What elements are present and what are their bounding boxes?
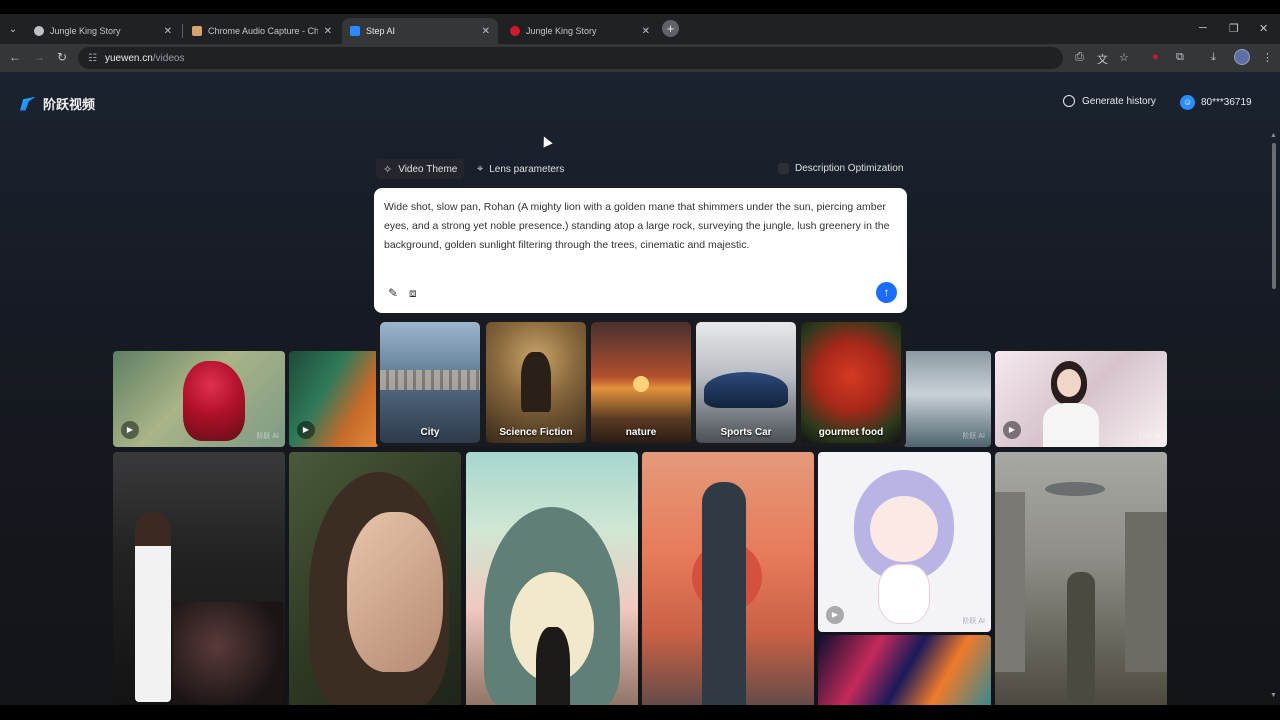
tab-jungle-king-story-2[interactable]: Jungle King Story ✕	[502, 18, 658, 44]
profile-avatar[interactable]	[1234, 49, 1250, 65]
tab-video-theme[interactable]: ✧ Video Theme	[376, 159, 465, 179]
restore-icon[interactable]: ❐	[1229, 22, 1239, 35]
theme-gourmet-food[interactable]: gourmet food	[801, 322, 901, 443]
tab-jungle-king-story-1[interactable]: Jungle King Story ✕	[26, 18, 180, 44]
sparkle-icon: ✧	[383, 163, 393, 176]
gallery-item-totoro[interactable]	[466, 452, 638, 705]
gallery-item-rooster[interactable]: ▶ 阶跃 AI	[113, 351, 285, 447]
send-button[interactable]: ↑	[876, 282, 897, 303]
theme-city[interactable]: City	[380, 322, 480, 443]
building-right-shape	[1125, 512, 1167, 672]
scroll-down-arrow-icon[interactable]: ▼	[1270, 692, 1277, 699]
gallery-item-woman-portrait[interactable]	[289, 452, 461, 705]
tab-step-ai[interactable]: Step AI ✕	[342, 18, 498, 44]
extension-favicon-icon	[192, 26, 202, 36]
building-left-shape	[995, 492, 1025, 672]
bottom-black-bar	[0, 705, 1280, 720]
warrior-silhouette-shape	[702, 482, 746, 705]
checkbox[interactable]	[778, 163, 789, 174]
recording-favicon-icon	[510, 26, 520, 36]
play-icon[interactable]: ▶	[1003, 421, 1021, 439]
install-app-icon[interactable]: ⎙	[1075, 51, 1084, 64]
tab-chrome-audio-capture[interactable]: Chrome Audio Capture - Chrom ✕	[184, 18, 340, 44]
mouse-cursor	[539, 134, 553, 148]
extensions-puzzle-icon[interactable]: ⧉	[1176, 51, 1184, 64]
uniform-shape	[1043, 403, 1099, 447]
gallery-item-ruined-city[interactable]	[995, 452, 1167, 705]
gallery-item-anime-cat-girl[interactable]: ▶ 阶跃 AI	[818, 452, 991, 632]
model-figure-shape	[135, 512, 171, 702]
tab-search-chevron-icon[interactable]: ⌄	[4, 20, 22, 38]
close-tab-icon[interactable]: ✕	[642, 26, 650, 37]
close-tab-icon[interactable]: ✕	[324, 26, 332, 37]
site-info-icon[interactable]: ☷	[88, 53, 97, 64]
browser-tab-strip: ⌄ Jungle King Story ✕ Chrome Audio Captu…	[0, 14, 1280, 44]
theme-science-fiction[interactable]: Science Fiction	[486, 322, 586, 443]
translate-icon[interactable]: 文	[1097, 51, 1108, 67]
scroll-up-arrow-icon[interactable]: ▲	[1270, 132, 1277, 139]
bookmark-star-icon[interactable]: ☆	[1119, 51, 1129, 64]
prompt-textarea[interactable]: Wide shot, slow pan, Rohan (A mighty lio…	[384, 198, 894, 255]
close-window-icon[interactable]: ✕	[1259, 22, 1268, 35]
city-buildings-shape	[380, 370, 480, 390]
prompt-input-box[interactable]: Wide shot, slow pan, Rohan (A mighty lio…	[374, 188, 907, 313]
car-shape	[704, 372, 788, 408]
globe-icon	[34, 26, 44, 36]
generate-history-link[interactable]: Generate history	[1063, 95, 1156, 107]
menu-kebab-icon[interactable]: ⋮	[1262, 51, 1273, 64]
gallery-item-runway-model[interactable]	[113, 452, 285, 705]
face-shape	[347, 512, 443, 672]
play-icon[interactable]: ▶	[826, 606, 844, 624]
gallery-item-girl-cherry-blossom[interactable]: ▶ 阶跃 AI	[995, 351, 1167, 447]
gallery-item-deer-warrior[interactable]	[642, 452, 814, 705]
top-black-bar	[0, 0, 1280, 14]
gallery-item-abstract-swirl[interactable]	[818, 635, 991, 705]
tab-lens-parameters[interactable]: ⌖ Lens parameters	[470, 159, 571, 179]
sun-shape	[633, 376, 649, 392]
record-extension-icon[interactable]: ●	[1152, 51, 1159, 63]
face-shape	[870, 496, 938, 562]
tab-separator	[182, 24, 183, 38]
rooster-shape	[183, 361, 245, 441]
user-account[interactable]: ☺ 80***36719	[1180, 95, 1252, 110]
close-tab-icon[interactable]: ✕	[164, 26, 172, 37]
gallery-item-waves[interactable]: 阶跃 AI	[903, 351, 991, 447]
minimize-icon[interactable]: ─	[1199, 22, 1207, 34]
crowd-shape	[173, 602, 283, 705]
download-icon[interactable]: ⤓	[1211, 51, 1216, 64]
theme-nature[interactable]: nature	[591, 322, 691, 443]
white-cat-shape	[878, 564, 930, 624]
description-optimization-toggle[interactable]: Description Optimization	[778, 163, 903, 174]
gallery-item-forest-fox[interactable]: ▶	[289, 351, 379, 447]
reload-icon[interactable]: ↻	[57, 50, 67, 64]
play-icon[interactable]: ▶	[121, 421, 139, 439]
forward-arrow-icon[interactable]: →	[33, 50, 45, 64]
lens-crosshair-icon: ⌖	[477, 162, 484, 175]
browser-toolbar: ← → ↻ ☷ yuewen.cn/videos ⎙ 文 ☆ ● ⧉ ⤓ ⋮	[0, 44, 1280, 72]
page-content: 阶跃视频 Generate history ☺ 80***36719 ✧ Vid…	[0, 72, 1280, 705]
step-logo-icon	[20, 96, 36, 111]
girl-figure-shape	[536, 627, 570, 705]
image-upload-icon[interactable]: ⧈	[409, 286, 417, 301]
face-shape	[1057, 369, 1081, 397]
close-tab-icon[interactable]: ✕	[482, 26, 490, 37]
new-tab-button[interactable]: +	[662, 20, 679, 37]
magic-wand-icon[interactable]: ✎	[388, 286, 398, 300]
user-avatar-icon: ☺	[1180, 95, 1195, 110]
back-arrow-icon[interactable]: ←	[9, 50, 21, 64]
play-icon[interactable]: ▶	[297, 421, 315, 439]
site-logo[interactable]: 阶跃视频	[20, 94, 95, 113]
rider-shape	[521, 352, 551, 412]
clock-icon	[1063, 95, 1075, 107]
address-bar[interactable]: ☷ yuewen.cn/videos	[78, 47, 1063, 69]
man-figure-shape	[1067, 572, 1095, 702]
page-scrollbar-thumb[interactable]	[1272, 143, 1276, 289]
ufo-shape	[1045, 482, 1105, 496]
step-ai-favicon-icon	[350, 26, 360, 36]
theme-sports-car[interactable]: Sports Car	[696, 322, 796, 443]
